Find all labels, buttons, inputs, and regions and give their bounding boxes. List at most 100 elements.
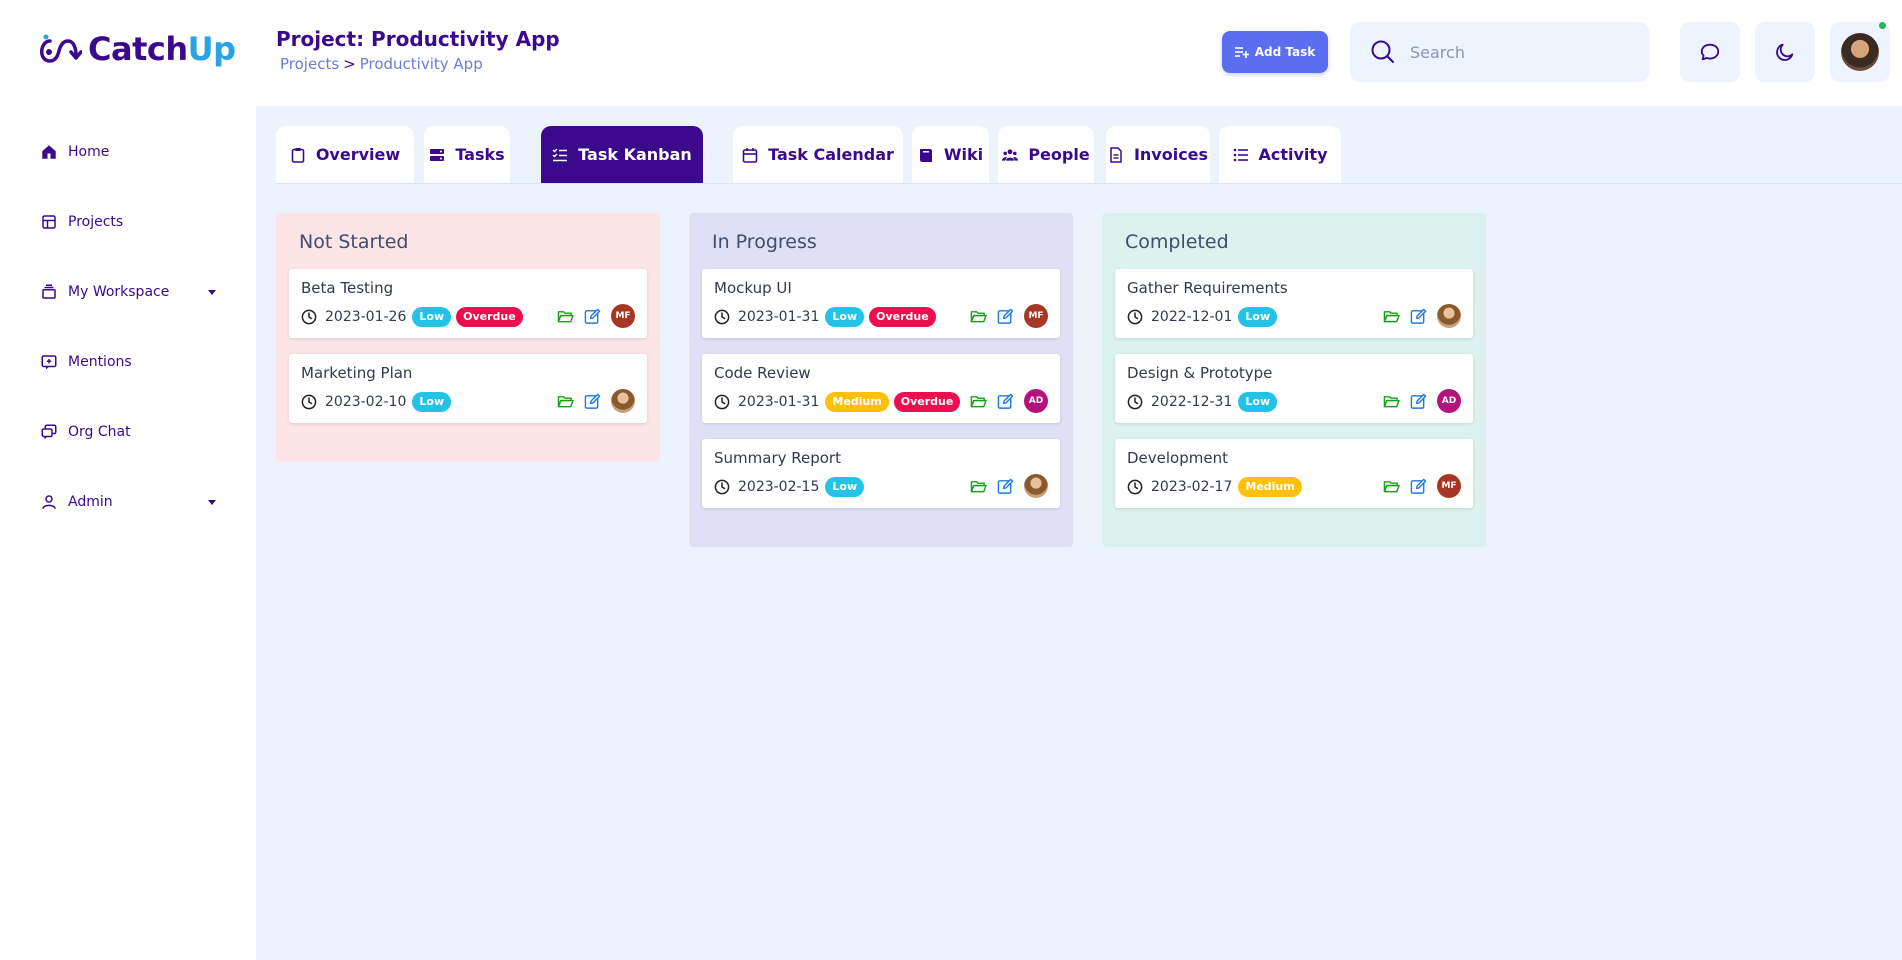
folder-icon[interactable] xyxy=(1383,478,1400,495)
folder-icon[interactable] xyxy=(970,308,987,325)
edit-icon[interactable] xyxy=(1410,308,1427,325)
tab-label: Task Kanban xyxy=(578,145,692,164)
folder-icon[interactable] xyxy=(1383,308,1400,325)
sidebar-item-admin[interactable]: Admin xyxy=(40,490,220,514)
due-date: 2023-02-10 xyxy=(325,394,407,410)
tab-label: Activity xyxy=(1258,145,1328,164)
task-title: Summary Report xyxy=(714,449,841,467)
edit-icon[interactable] xyxy=(584,308,601,325)
task-card[interactable]: Marketing Plan 2023-02-10 Low xyxy=(289,354,647,423)
sidebar-item-label: Mentions xyxy=(68,354,132,370)
book-icon xyxy=(919,148,932,162)
breadcrumb-current-link[interactable]: Productivity App xyxy=(360,55,483,73)
assignee-avatar[interactable]: AD xyxy=(1437,389,1461,413)
invoice-icon xyxy=(1110,146,1122,163)
tab-task-calendar[interactable]: Task Calendar xyxy=(733,126,903,183)
clock-icon xyxy=(714,394,730,410)
task-card[interactable]: Summary Report 2023-02-15 Low xyxy=(702,439,1060,508)
task-actions: AD xyxy=(970,389,1048,413)
column-title: Not Started xyxy=(299,231,409,253)
clipboard-icon xyxy=(291,147,305,163)
playlist-add-icon xyxy=(1234,47,1249,58)
tab-bar: Overview Tasks Task Kanban Task Calendar… xyxy=(276,126,1902,184)
sidebar-item-projects[interactable]: Projects xyxy=(40,210,220,234)
folder-icon[interactable] xyxy=(557,393,574,410)
sidebar-item-home[interactable]: Home xyxy=(40,140,220,164)
task-actions: MF xyxy=(1383,474,1461,498)
folder-icon[interactable] xyxy=(970,478,987,495)
search-input[interactable] xyxy=(1410,42,1630,62)
sidebar-item-label: Projects xyxy=(68,214,124,230)
clock-icon xyxy=(1127,394,1143,410)
add-task-button[interactable]: Add Task xyxy=(1222,31,1328,73)
clock-icon xyxy=(714,309,730,325)
clock-icon xyxy=(1127,309,1143,325)
folder-icon[interactable] xyxy=(970,393,987,410)
edit-icon[interactable] xyxy=(1410,393,1427,410)
assignee-avatar[interactable] xyxy=(1437,304,1461,328)
priority-badge: Medium xyxy=(825,392,889,412)
search-box[interactable] xyxy=(1350,22,1649,82)
due-date: 2023-01-26 xyxy=(325,309,407,325)
assignee-avatar[interactable] xyxy=(611,389,635,413)
search-icon xyxy=(1371,40,1394,63)
online-status-dot xyxy=(1879,22,1886,29)
task-card[interactable]: Gather Requirements 2022-12-01 Low xyxy=(1115,269,1473,338)
tab-invoices[interactable]: Invoices xyxy=(1106,126,1210,183)
mentions-icon xyxy=(41,355,57,370)
people-icon xyxy=(1002,148,1019,161)
sidebar-item-org-chat[interactable]: Org Chat xyxy=(40,420,220,444)
logo[interactable]: CatchUp xyxy=(36,30,236,68)
edit-icon[interactable] xyxy=(997,393,1014,410)
task-actions xyxy=(970,474,1048,498)
edit-icon[interactable] xyxy=(997,478,1014,495)
task-title: Development xyxy=(1127,449,1228,467)
tab-task-kanban[interactable]: Task Kanban xyxy=(541,126,703,183)
tab-wiki[interactable]: Wiki xyxy=(912,126,989,183)
task-card[interactable]: Design & Prototype 2022-12-31 Low AD xyxy=(1115,354,1473,423)
assignee-avatar[interactable]: AD xyxy=(1024,389,1048,413)
priority-badge: Low xyxy=(412,307,452,327)
assignee-avatar[interactable] xyxy=(1024,474,1048,498)
task-card[interactable]: Mockup UI 2023-01-31 Low Overdue MF xyxy=(702,269,1060,338)
header: Project: Productivity App Projects > Produ… xyxy=(256,0,1902,106)
kanban-column: Not Started Beta Testing 2023-01-26 Low Over… xyxy=(276,213,660,462)
tab-tasks[interactable]: Tasks xyxy=(424,126,510,183)
assignee-avatar[interactable]: MF xyxy=(611,304,635,328)
task-card[interactable]: Code Review 2023-01-31 Medium Overdue AD xyxy=(702,354,1060,423)
user-avatar-button[interactable] xyxy=(1830,22,1890,82)
edit-icon[interactable] xyxy=(584,393,601,410)
chevron-down-icon[interactable] xyxy=(208,499,216,505)
tab-label: Invoices xyxy=(1133,145,1209,164)
folder-icon[interactable] xyxy=(557,308,574,325)
task-actions: AD xyxy=(1383,389,1461,413)
sidebar-item-label: Org Chat xyxy=(68,424,131,440)
priority-badge: Low xyxy=(1238,307,1278,327)
sidebar-item-mentions[interactable]: Mentions xyxy=(40,350,220,374)
column-title: Completed xyxy=(1125,231,1229,253)
edit-icon[interactable] xyxy=(997,308,1014,325)
edit-icon[interactable] xyxy=(1410,478,1427,495)
dark-mode-toggle[interactable] xyxy=(1755,22,1815,82)
task-card[interactable]: Beta Testing 2023-01-26 Low Overdue MF xyxy=(289,269,647,338)
priority-badge: Medium xyxy=(1238,477,1302,497)
sidebar-item-my-workspace[interactable]: My Workspace xyxy=(40,280,220,304)
task-actions: MF xyxy=(970,304,1048,328)
sidebar-nav: Home Projects My Workspace Mentions Org … xyxy=(40,140,220,560)
assignee-avatar[interactable]: MF xyxy=(1437,474,1461,498)
tab-activity[interactable]: Activity xyxy=(1219,126,1341,183)
main-content: Overview Tasks Task Kanban Task Calendar… xyxy=(256,106,1902,960)
tab-overview[interactable]: Overview xyxy=(276,126,414,183)
sidebar-item-label: My Workspace xyxy=(68,284,170,300)
due-date: 2022-12-01 xyxy=(1151,309,1233,325)
chat-button[interactable] xyxy=(1680,22,1740,82)
breadcrumb-projects-link[interactable]: Projects xyxy=(280,55,339,73)
assignee-avatar[interactable]: MF xyxy=(1024,304,1048,328)
avatar xyxy=(1841,33,1879,71)
task-card[interactable]: Development 2023-02-17 Medium MF xyxy=(1115,439,1473,508)
user-icon xyxy=(42,495,56,509)
task-actions xyxy=(557,389,635,413)
chevron-down-icon[interactable] xyxy=(208,289,216,295)
tab-people[interactable]: People xyxy=(998,126,1094,183)
folder-icon[interactable] xyxy=(1383,393,1400,410)
